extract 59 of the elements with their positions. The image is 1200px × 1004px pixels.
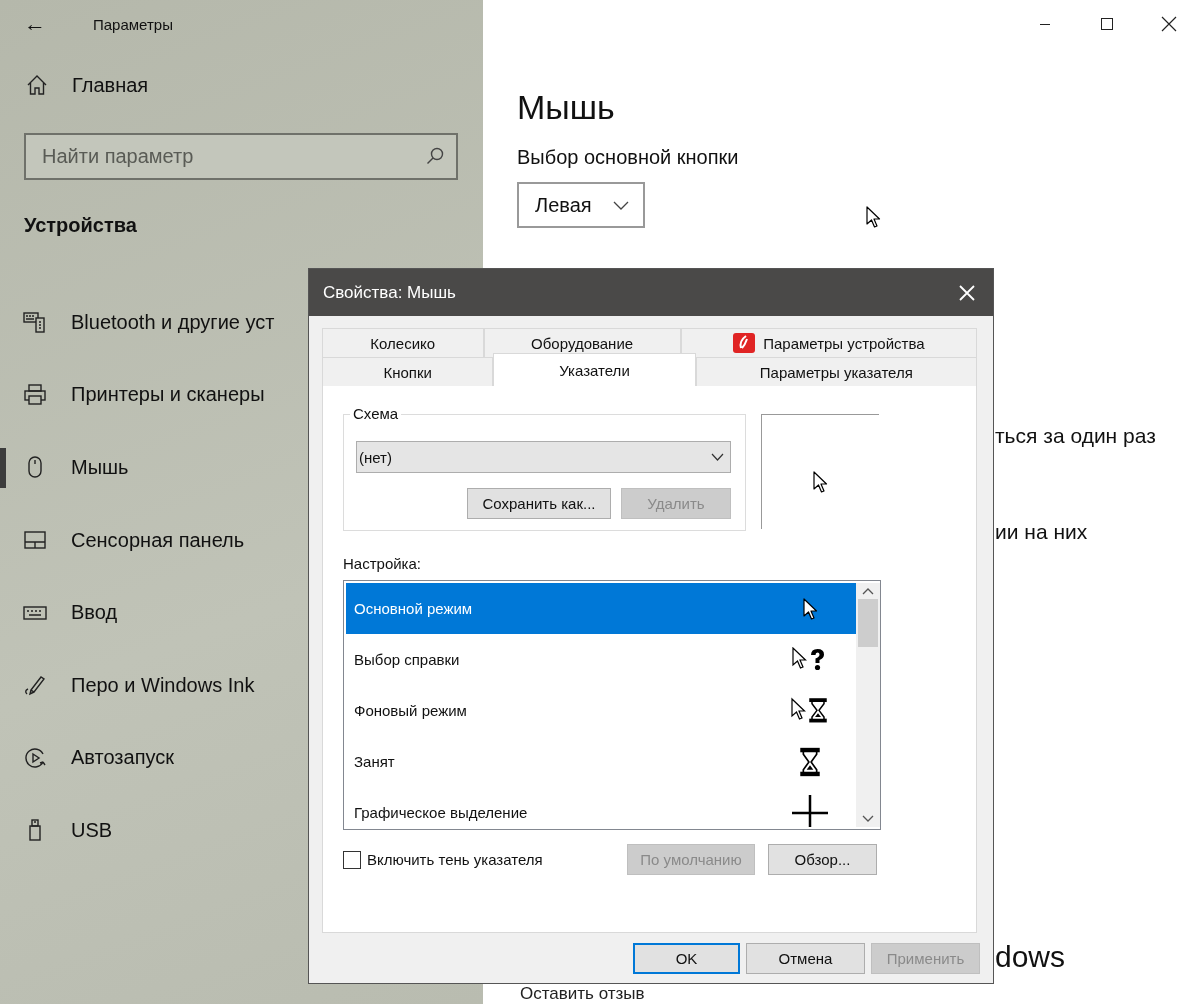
scroll-down-icon[interactable] xyxy=(862,815,874,823)
home-icon xyxy=(26,74,48,96)
cursor-list-item[interactable]: Выбор справки xyxy=(346,634,856,685)
sidebar-item[interactable]: Перо и Windows Ink xyxy=(71,673,255,697)
chevron-icon xyxy=(711,453,724,461)
list-label: Настройка: xyxy=(343,555,422,572)
back-button[interactable]: ← xyxy=(24,11,48,37)
scrollbar[interactable] xyxy=(856,583,880,827)
cursor-list-item[interactable]: Графическое выделение xyxy=(346,787,856,827)
checkbox[interactable] xyxy=(343,850,361,869)
mouse-pointer-icon xyxy=(866,206,881,228)
chevron-icon xyxy=(613,200,629,210)
cursor-list-item[interactable]: Основной режим xyxy=(346,583,856,634)
section-heading: Устройства xyxy=(24,214,138,238)
tab[interactable]: Параметры устройства xyxy=(680,328,977,357)
cancel-button[interactable]: Отмена xyxy=(746,943,865,974)
pen-icon xyxy=(23,673,47,698)
ok-button[interactable]: OK xyxy=(633,943,740,974)
checkbox-label: Включить тень указателя xyxy=(367,851,543,868)
scroll-up-icon[interactable] xyxy=(862,587,874,595)
home-link[interactable]: Главная xyxy=(72,73,149,97)
primary-button-dropdown[interactable]: Левая xyxy=(517,182,645,228)
close-icon xyxy=(1161,16,1177,32)
sidebar-item[interactable]: Автозапуск xyxy=(71,746,174,770)
arrow-cursor-icon xyxy=(802,597,818,620)
sidebar-item[interactable]: Сенсорная панель xyxy=(71,528,245,552)
sidebar-item[interactable]: Мышь xyxy=(71,456,129,479)
devices-icon xyxy=(23,310,47,335)
sidebar-item[interactable]: Принтеры и сканеры xyxy=(71,383,265,407)
scrollbar-thumb[interactable] xyxy=(858,599,878,647)
cursor-list-item[interactable]: Занят xyxy=(346,736,856,787)
tab[interactable]: Кнопки xyxy=(322,357,494,386)
crosshair-cursor-icon xyxy=(791,793,829,827)
section-heading: dows xyxy=(995,940,1066,974)
sidebar-item[interactable]: USB xyxy=(71,818,113,842)
tab[interactable]: Указатели xyxy=(493,353,696,386)
feedback-link[interactable]: Оставить отзыв xyxy=(520,984,645,1004)
hourglass-icon xyxy=(800,746,820,777)
maximize-icon xyxy=(1100,17,1114,31)
browse-button[interactable]: Обзор... xyxy=(768,844,877,875)
arrow-cursor-icon xyxy=(813,471,828,493)
window-title: Параметры xyxy=(93,15,173,33)
scheme-dropdown[interactable]: (нет) xyxy=(356,441,731,473)
tab[interactable]: Параметры указателя xyxy=(695,357,977,386)
autoplay-icon xyxy=(23,745,47,770)
cursor-list-item[interactable]: Фоновый режим xyxy=(346,685,856,736)
dialog-title: Свойства: Мышь xyxy=(323,282,456,303)
sidebar-item[interactable]: Bluetooth и другие уст xyxy=(71,310,275,334)
search-field[interactable]: Найти параметр xyxy=(24,133,458,180)
printer-icon xyxy=(23,382,47,407)
search-icon xyxy=(426,147,444,165)
sidebar-item[interactable]: Ввод xyxy=(71,601,118,625)
setting-text: ться за один раз xyxy=(995,424,1156,448)
field-label: Выбор основной кнопки xyxy=(517,146,740,169)
save-as-button[interactable]: Сохранить как... xyxy=(467,488,611,519)
setting-text: ии на них xyxy=(995,520,1088,544)
page-title: Мышь xyxy=(517,88,616,128)
app-logo-icon xyxy=(733,333,756,353)
tab[interactable]: Колесико xyxy=(322,328,484,357)
